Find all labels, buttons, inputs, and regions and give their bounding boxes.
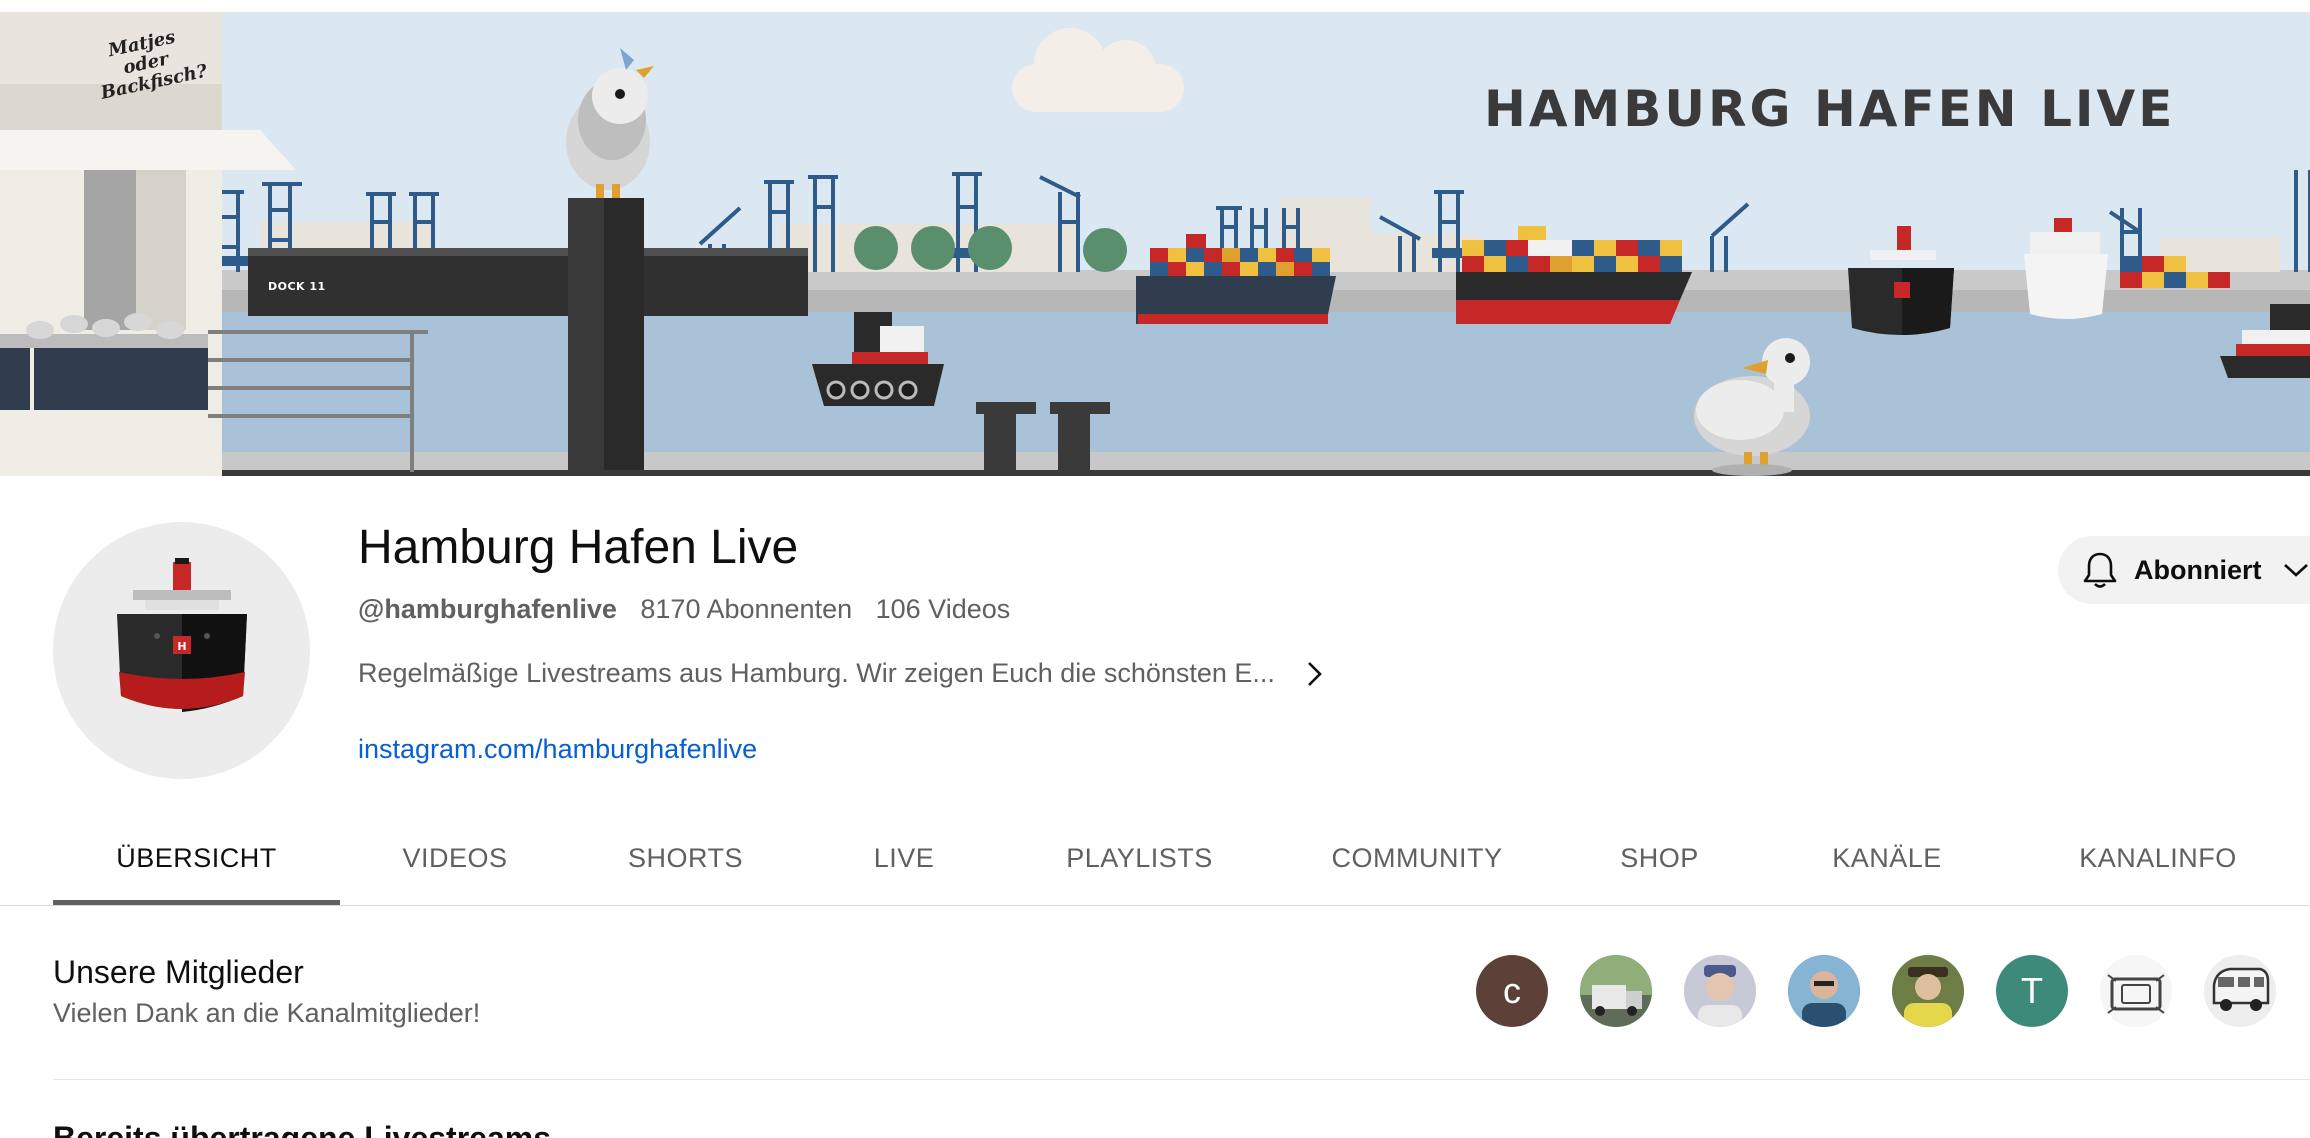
tab-overview[interactable]: ÜBERSICHT [53, 812, 340, 905]
member-avatar[interactable] [2100, 955, 2172, 1027]
members-title: Unsere Mitglieder [53, 954, 304, 990]
ship-logo-icon: H [117, 558, 247, 712]
member-avatar[interactable]: T [1996, 955, 2068, 1027]
subscribed-label: Abonniert [2134, 554, 2262, 585]
member-avatar-letter: T [2021, 970, 2043, 1011]
member-avatar[interactable] [1892, 955, 1964, 1027]
member-avatar[interactable] [2204, 955, 2276, 1027]
section-divider [53, 1079, 2310, 1080]
person-photo-icon [1684, 955, 1756, 1027]
channel-handle[interactable]: @hamburghafenlive [358, 594, 617, 624]
chevron-right-icon[interactable] [1305, 659, 1325, 689]
section-heading-text: Bereits übertragene Livestreams [53, 1124, 551, 1138]
member-avatar[interactable]: c [1476, 955, 1548, 1027]
member-avatar[interactable] [1788, 955, 1860, 1027]
tab-channels[interactable]: KANÄLE [1757, 812, 2017, 905]
video-count: 106 Videos [875, 594, 1011, 624]
channel-meta: @hamburghafenlive 8170 Abonnenten 106 Vi… [358, 594, 1010, 625]
van-drawing-icon [2204, 955, 2276, 1027]
channel-description[interactable]: Regelmäßige Livestreams aus Hamburg. Wir… [358, 658, 1325, 689]
tab-shop[interactable]: SHOP [1562, 812, 1757, 905]
bell-icon [2082, 550, 2118, 590]
truck-photo-icon [1580, 955, 1652, 1027]
person-photo-icon [1892, 955, 1964, 1027]
banner-title: HAMBURG HAFEN LIVE [1484, 80, 2176, 138]
subscribed-button[interactable]: Abonniert [2058, 536, 2310, 604]
channel-tabs: ÜBERSICHT VIDEOS SHORTS LIVE PLAYLISTS C… [53, 812, 2299, 905]
box-drawing-icon [2100, 955, 2172, 1027]
member-avatars: c T [1476, 955, 2276, 1027]
description-text: Regelmäßige Livestreams aus Hamburg. Wir… [358, 658, 1275, 688]
section-heading: Bereits übertragene Livestreams [53, 1124, 551, 1138]
channel-banner: Matjes oder Backfisch? DOCK 11 HAMBURG H… [0, 12, 2310, 476]
member-avatar[interactable] [1684, 955, 1756, 1027]
tabs-divider [0, 905, 2310, 906]
tab-live[interactable]: LIVE [801, 812, 1007, 905]
member-avatar[interactable] [1580, 955, 1652, 1027]
tab-community[interactable]: COMMUNITY [1272, 812, 1562, 905]
channel-name: Hamburg Hafen Live [358, 521, 799, 574]
member-avatar-letter: c [1503, 970, 1521, 1011]
svg-text:H: H [177, 640, 186, 653]
tab-about[interactable]: KANALINFO [2017, 812, 2299, 905]
tab-videos[interactable]: VIDEOS [340, 812, 570, 905]
instagram-link[interactable]: instagram.com/hamburghafenlive [358, 734, 757, 765]
chevron-down-icon [2282, 560, 2310, 580]
tab-shorts[interactable]: SHORTS [570, 812, 801, 905]
person-photo-icon [1788, 955, 1860, 1027]
banner-dock-label: DOCK 11 [268, 280, 326, 293]
channel-avatar[interactable]: H [53, 522, 310, 779]
subscriber-count: 8170 Abonnenten [640, 594, 853, 624]
tab-playlists[interactable]: PLAYLISTS [1007, 812, 1272, 905]
members-subtitle: Vielen Dank an die Kanalmitglieder! [53, 998, 481, 1028]
